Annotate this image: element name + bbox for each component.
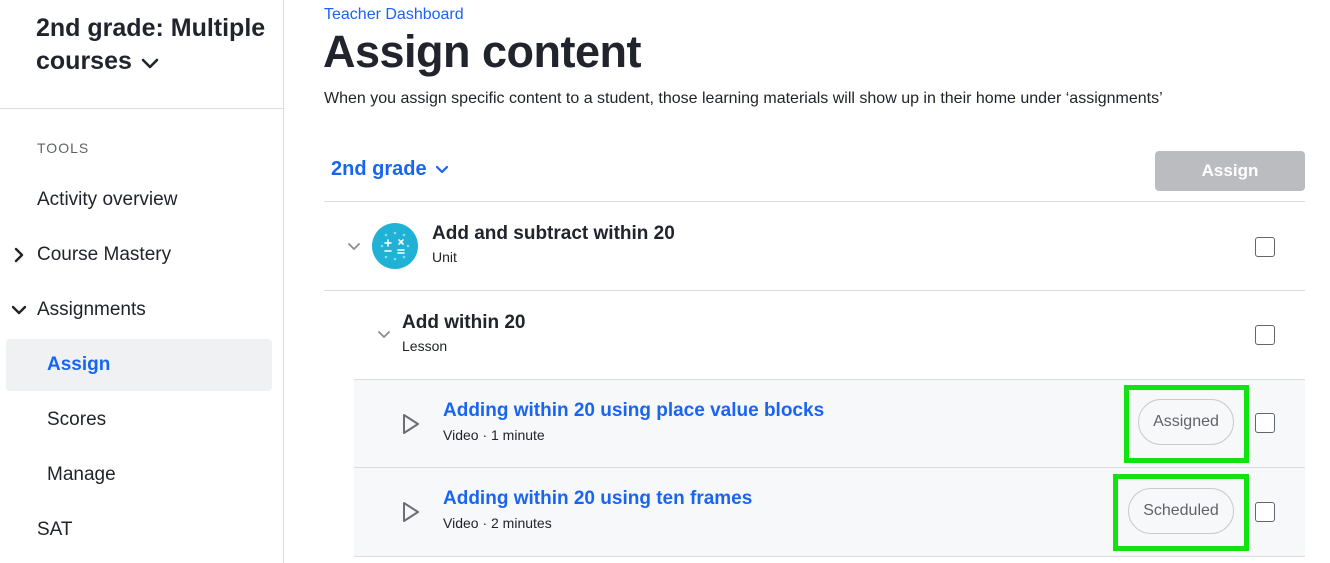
chevron-down-icon[interactable] (377, 328, 391, 342)
video-checkbox[interactable] (1255, 413, 1275, 433)
page-title: Assign content (323, 26, 642, 77)
assign-button[interactable]: Assign (1155, 151, 1305, 191)
tools-section-label: TOOLS (37, 140, 90, 156)
unit-checkbox[interactable] (1255, 237, 1275, 257)
grade-dropdown-label: 2nd grade (331, 158, 427, 180)
video-checkbox[interactable] (1255, 502, 1275, 522)
sidebar-item-label: Activity overview (37, 189, 178, 210)
highlight-box (1113, 474, 1249, 551)
play-icon (401, 413, 421, 435)
sidebar-item-course-mastery[interactable]: Course Mastery (0, 229, 284, 281)
video-title-link[interactable]: Adding within 20 using ten frames (443, 488, 752, 510)
grade-dropdown[interactable]: 2nd grade (331, 158, 449, 181)
sidebar-item-scores[interactable]: Scores (0, 394, 284, 446)
course-switcher[interactable]: 2nd grade: Multiple courses (36, 12, 276, 79)
lesson-row: Add within 20 Lesson (324, 291, 1305, 379)
sidebar-item-label: Scores (47, 409, 107, 430)
sidebar-item-label: SAT (37, 519, 73, 540)
sidebar-item-sat[interactable]: SAT (0, 504, 284, 556)
sidebar-item-assignments[interactable]: Assignments (0, 284, 284, 336)
sidebar-item-activity-overview[interactable]: Activity overview (0, 174, 284, 226)
sidebar-item-label: Assignments (37, 299, 146, 320)
video-meta: Video · 1 minute (443, 427, 545, 443)
page-description: When you assign specific content to a st… (324, 90, 1163, 107)
sidebar-item-manage[interactable]: Manage (0, 449, 284, 501)
sidebar-item-assign[interactable]: Assign (6, 339, 272, 391)
lesson-type-label: Lesson (402, 338, 448, 354)
sidebar: 2nd grade: Multiple courses TOOLS Activi… (0, 0, 284, 563)
unit-title: Add and subtract within 20 (432, 223, 675, 244)
lesson-checkbox[interactable] (1255, 325, 1275, 345)
unit-math-icon (372, 223, 418, 269)
divider (354, 556, 1305, 557)
chevron-right-icon (11, 247, 27, 263)
lesson-title: Add within 20 (402, 312, 526, 333)
breadcrumb[interactable]: Teacher Dashboard (324, 6, 464, 24)
unit-type-label: Unit (432, 249, 457, 265)
unit-row: Add and subtract within 20 Unit (324, 202, 1305, 290)
sidebar-item-label: Assign (47, 354, 111, 375)
sidebar-item-label: Manage (47, 464, 116, 485)
sidebar-item-label: Course Mastery (37, 244, 172, 265)
chevron-down-icon (141, 46, 159, 79)
highlight-box (1124, 385, 1249, 463)
chevron-down-icon[interactable] (347, 240, 361, 254)
chevron-down-icon (435, 158, 449, 181)
video-meta: Video · 2 minutes (443, 515, 552, 531)
video-title-link[interactable]: Adding within 20 using place value block… (443, 400, 824, 422)
chevron-down-icon (11, 302, 27, 318)
sidebar-divider (0, 108, 284, 109)
play-icon (401, 501, 421, 523)
